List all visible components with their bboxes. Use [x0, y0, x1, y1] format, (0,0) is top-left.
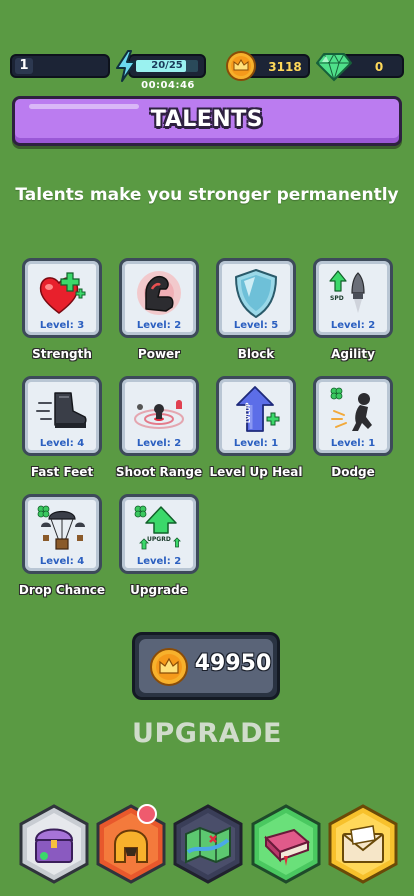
talent-name: Level Up Heal	[209, 465, 303, 479]
upgrade-cost: 49950	[132, 632, 280, 700]
talent-agility[interactable]: SPD Level: 2 Agility	[311, 258, 395, 370]
energy-value: 20/25	[151, 60, 183, 71]
talent-name: Dodge	[331, 465, 375, 479]
talents-header: TALENTS	[12, 96, 402, 146]
talent-card[interactable]: Level: 3	[22, 258, 102, 338]
talents-subtitle: Talents make you stronger permanently	[15, 185, 399, 205]
crown-coin-icon	[150, 648, 188, 686]
gem-icon	[316, 52, 352, 82]
talent-name: Block	[237, 347, 275, 361]
page-title: TALENTS	[150, 107, 264, 132]
upgrade-cost-panel: 49950	[139, 639, 273, 693]
rocket-speed-icon: SPD	[329, 270, 365, 313]
talent-name: Strength	[32, 347, 92, 361]
talent-level: Level: 1	[233, 438, 279, 449]
energy-timer: 00:04:46	[141, 80, 195, 91]
talent-card[interactable]: Level: 1	[313, 376, 393, 456]
talent-card[interactable]: Level: 4	[22, 376, 102, 456]
energy-bar[interactable]: 20/25	[128, 54, 206, 78]
target-icon	[134, 400, 184, 429]
talent-name: Shoot Range	[115, 465, 203, 479]
talent-shoot-range[interactable]: Level: 2 Shoot Range	[116, 376, 202, 488]
upgrade-arrow-icon: UPGRD	[134, 505, 181, 550]
book-icon	[251, 804, 321, 884]
cost-value: 49950	[194, 651, 272, 676]
treasure-chest-icon	[19, 804, 89, 884]
shield-icon	[235, 269, 277, 318]
talent-name: Upgrade	[130, 583, 188, 597]
dodge-figure-icon	[330, 387, 372, 431]
nav-talents[interactable]	[250, 804, 322, 884]
notification-badge	[137, 804, 157, 824]
talent-power[interactable]: Level: 2 Power	[117, 258, 201, 370]
lightning-bolt-icon	[116, 50, 136, 82]
levelup-sign-text: LVLUP	[245, 402, 252, 423]
talent-level: Level: 5	[233, 320, 279, 331]
talent-level: Level: 2	[330, 320, 376, 331]
flexed-arm-icon	[137, 271, 181, 315]
map-icon	[173, 804, 243, 884]
talent-level-up-heal[interactable]: LVLUP Level: 1 Level Up Heal	[210, 376, 302, 488]
talent-block[interactable]: Level: 5 Block	[214, 258, 298, 370]
talent-name: Fast Feet	[30, 465, 94, 479]
talent-strength[interactable]: Level: 3 Strength	[20, 258, 104, 370]
mail-icon	[328, 804, 398, 884]
talent-level: Level: 2	[136, 438, 182, 449]
talent-card[interactable]: SPD Level: 2	[313, 258, 393, 338]
coin-value: 3118	[268, 60, 302, 74]
bottom-nav	[0, 800, 414, 896]
talent-level: Level: 2	[136, 556, 182, 567]
talent-card[interactable]: LVLUP Level: 1	[216, 376, 296, 456]
talent-drop-chance[interactable]: Level: 4 Drop Chance	[19, 494, 105, 606]
talent-card[interactable]: Level: 2	[119, 376, 199, 456]
status-bar: 1 20/25 00:04:46 3118 0	[0, 50, 414, 92]
talent-fast-feet[interactable]: Level: 4 Fast Feet	[20, 376, 104, 488]
talent-name: Agility	[331, 347, 375, 361]
talent-name: Power	[137, 347, 181, 361]
nav-map[interactable]	[172, 804, 244, 884]
talent-card[interactable]: Level: 5	[216, 258, 296, 338]
heart-plus-icon	[39, 272, 86, 314]
talent-level: Level: 4	[39, 438, 85, 449]
nav-equipment[interactable]	[95, 804, 167, 884]
player-level-bar[interactable]: 1	[10, 54, 110, 78]
talent-level: Level: 1	[330, 438, 376, 449]
gem-value: 0	[374, 60, 384, 74]
upgrade-button[interactable]: UPGRADE	[107, 712, 307, 756]
nav-shop[interactable]	[18, 804, 90, 884]
talent-level: Level: 2	[136, 320, 182, 331]
talent-card[interactable]: Level: 2	[119, 258, 199, 338]
parachute-crate-icon	[37, 505, 85, 550]
crown-coin-icon	[226, 51, 256, 81]
talent-name: Drop Chance	[18, 583, 106, 597]
levelup-arrow-icon: LVLUP	[236, 386, 280, 432]
boot-icon	[36, 392, 87, 428]
speed-sign-text: SPD	[330, 295, 344, 302]
talent-dodge[interactable]: Level: 1 Dodge	[311, 376, 395, 488]
talent-level: Level: 4	[39, 556, 85, 567]
player-level: 1	[15, 58, 33, 74]
talent-level: Level: 3	[39, 320, 85, 331]
upgrade-sign-text: UPGRD	[147, 536, 171, 543]
talent-card[interactable]: UPGRD Level: 2	[119, 494, 199, 574]
talent-card[interactable]: Level: 4	[22, 494, 102, 574]
talent-upgrade[interactable]: UPGRD Level: 2 Upgrade	[117, 494, 201, 606]
nav-mail[interactable]	[327, 804, 399, 884]
